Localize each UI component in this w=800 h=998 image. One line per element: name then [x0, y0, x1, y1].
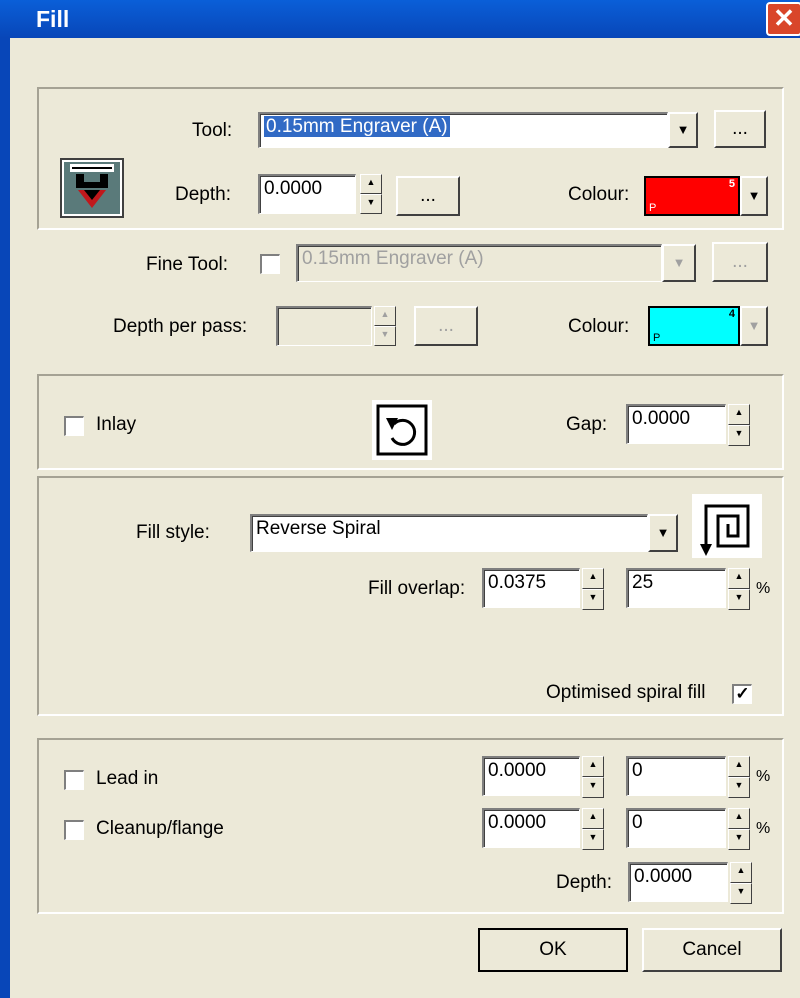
fill-overlap-percent-spinner[interactable]: ▲ ▼: [728, 568, 750, 610]
lead-depth-input[interactable]: 0.0000: [628, 862, 728, 902]
cleanup-label: Cleanup/flange: [96, 818, 224, 839]
lead-in-percent-input[interactable]: 0: [626, 756, 726, 796]
colour-marker: P: [649, 202, 657, 214]
inlay-checkbox[interactable]: [64, 416, 84, 436]
cleanup-spinner[interactable]: ▲ ▼: [582, 808, 604, 850]
tool-select-value: 0.15mm Engraver (A): [264, 116, 450, 137]
fine-tool-select[interactable]: 0.15mm Engraver (A): [296, 244, 662, 282]
window-frame-left: [0, 38, 10, 998]
depth-spinner[interactable]: ▲ ▼: [360, 174, 382, 214]
lead-in-spinner[interactable]: ▲ ▼: [582, 756, 604, 798]
lead-in-percent-sign: %: [756, 768, 771, 785]
gap-spinner[interactable]: ▲ ▼: [728, 404, 750, 446]
cancel-button[interactable]: Cancel: [642, 928, 782, 972]
lead-in-percent-spinner[interactable]: ▲ ▼: [728, 756, 750, 798]
depth-more-button[interactable]: ...: [396, 176, 460, 216]
depth-per-pass-spinner[interactable]: ▲ ▼: [374, 306, 396, 346]
fill-overlap-label: Fill overlap:: [368, 578, 466, 599]
fine-colour-label: Colour:: [568, 316, 630, 337]
tool-dropdown-arrow[interactable]: ▼: [668, 112, 698, 148]
close-button[interactable]: ✕: [766, 2, 800, 36]
fill-style-select[interactable]: Reverse Spiral: [250, 514, 648, 552]
cleanup-input[interactable]: 0.0000: [482, 808, 580, 848]
reverse-spiral-icon: [692, 494, 762, 558]
fine-colour-number: 4: [728, 308, 735, 320]
fill-style-dropdown-arrow[interactable]: ▼: [648, 514, 678, 552]
optimised-spiral-checkbox[interactable]: ✓: [732, 684, 752, 704]
fine-tool-label: Fine Tool:: [146, 254, 229, 275]
rotate-ccw-icon[interactable]: [372, 400, 432, 460]
gap-input[interactable]: 0.0000: [626, 404, 726, 444]
cleanup-percent-input[interactable]: 0: [626, 808, 726, 848]
fine-colour-dropdown-arrow[interactable]: ▼: [740, 306, 768, 346]
depth-per-pass-label: Depth per pass:: [113, 316, 248, 337]
optimised-spiral-label: Optimised spiral fill: [546, 682, 706, 703]
cleanup-checkbox[interactable]: [64, 820, 84, 840]
fill-overlap-spinner[interactable]: ▲ ▼: [582, 568, 604, 610]
title-bar: [0, 0, 800, 38]
ok-button[interactable]: OK: [478, 928, 628, 972]
lead-in-input[interactable]: 0.0000: [482, 756, 580, 796]
colour-number: 5: [728, 178, 735, 190]
lead-depth-label: Depth:: [556, 872, 612, 893]
percent-sign: %: [756, 580, 771, 597]
depth-per-pass-input[interactable]: [276, 306, 372, 346]
cleanup-percent-sign: %: [756, 820, 771, 837]
tool-select[interactable]: 0.15mm Engraver (A): [258, 112, 668, 148]
tool-more-button[interactable]: ...: [714, 110, 766, 148]
fill-overlap-percent-input[interactable]: 25: [626, 568, 726, 608]
colour-swatch[interactable]: 5 P: [644, 176, 740, 216]
fine-tool-more-button[interactable]: ...: [712, 242, 768, 282]
fine-tool-checkbox[interactable]: [260, 254, 280, 274]
fill-style-label: Fill style:: [136, 522, 210, 543]
lead-depth-spinner[interactable]: ▲ ▼: [730, 862, 752, 904]
tool-label: Tool:: [192, 120, 233, 141]
cleanup-percent-spinner[interactable]: ▲ ▼: [728, 808, 750, 850]
gap-label: Gap:: [566, 414, 608, 435]
colour-dropdown-arrow[interactable]: ▼: [740, 176, 768, 216]
tool-icon: [60, 158, 124, 218]
depth-input[interactable]: 0.0000: [258, 174, 356, 214]
lead-in-label: Lead in: [96, 768, 159, 789]
window-title: Fill: [36, 6, 70, 32]
depth-per-pass-more-button[interactable]: ...: [414, 306, 478, 346]
fill-overlap-input[interactable]: 0.0375: [482, 568, 580, 608]
depth-label: Depth:: [175, 184, 231, 205]
fine-colour-swatch[interactable]: 4 P: [648, 306, 740, 346]
lead-in-checkbox[interactable]: [64, 770, 84, 790]
fine-colour-marker: P: [653, 332, 661, 344]
inlay-text: Inlay: [96, 414, 137, 435]
colour-label: Colour:: [568, 184, 630, 205]
fine-tool-dropdown-arrow[interactable]: ▼: [662, 244, 696, 282]
